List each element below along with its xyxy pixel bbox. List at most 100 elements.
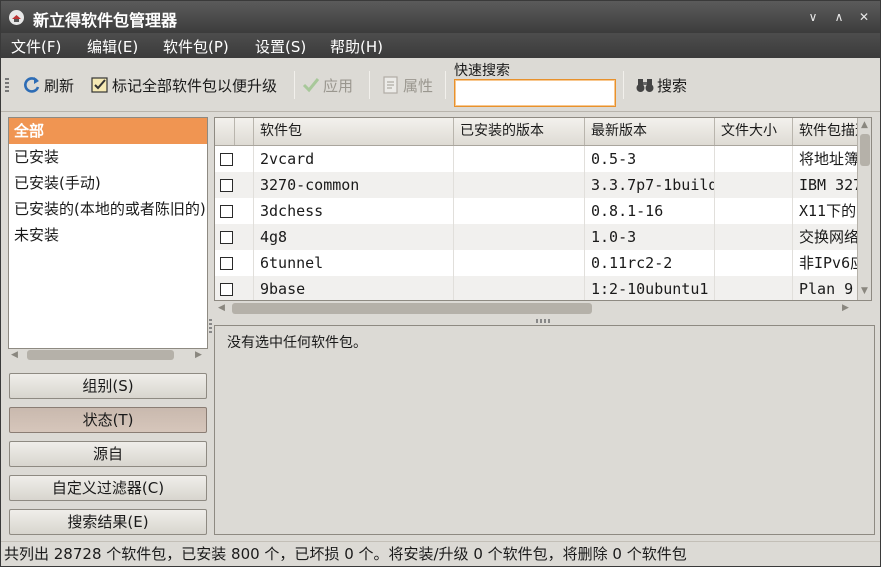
scrollbar-thumb[interactable] <box>27 350 174 360</box>
header-latest-version[interactable]: 最新版本 <box>585 118 715 145</box>
refresh-icon <box>24 77 40 93</box>
scroll-down-icon[interactable]: ▼ <box>861 286 868 296</box>
filter-item-all[interactable]: 全部 <box>9 118 207 144</box>
support-cell <box>235 198 254 224</box>
package-checkbox[interactable] <box>220 205 233 218</box>
quick-search-input[interactable] <box>454 79 616 107</box>
table-row[interactable]: 6tunnel 0.11rc2-2 非IPv6应用程序的隧道 <box>215 250 857 276</box>
cell-latest: 3.3.7p7-1build <box>585 172 715 198</box>
cell-latest: 0.5-3 <box>585 146 715 172</box>
package-table-hscrollbar[interactable]: ◀ ▶ <box>214 301 856 316</box>
package-checkbox[interactable] <box>220 283 233 296</box>
cell-name: 6tunnel <box>254 250 454 276</box>
minimize-button[interactable]: ∨ <box>803 8 823 26</box>
cell-size <box>715 250 793 276</box>
header-status[interactable] <box>215 118 235 145</box>
custom-filters-button[interactable]: 自定义过滤器(C) <box>9 475 207 501</box>
mark-upgrades-label: 标记全部软件包以便升级 <box>112 76 278 95</box>
menu-package[interactable]: 软件包(P) <box>163 36 229 57</box>
cell-description: X11下的三维国际象棋 <box>799 202 857 220</box>
quick-search-label: 快速搜索 <box>454 63 510 79</box>
table-header: 软件包 已安装的版本 最新版本 文件大小 软件包描述 <box>215 118 857 146</box>
menu-help[interactable]: 帮助(H) <box>330 36 383 57</box>
table-row[interactable]: 9base 1:2-10ubuntu1 Plan 9 userland tools <box>215 276 857 300</box>
menu-edit[interactable]: 编辑(E) <box>87 36 138 57</box>
scrollbar-thumb[interactable] <box>232 303 592 314</box>
sections-button[interactable]: 组别(S) <box>9 373 207 399</box>
filter-item-installed-local[interactable]: 已安装的(本地的或者陈旧的) <box>9 196 207 222</box>
cell-size <box>715 172 793 198</box>
table-row[interactable]: 4g8 1.0-3 交换网络的数据包捕获 <box>215 224 857 250</box>
filter-item-installed[interactable]: 已安装 <box>9 144 207 170</box>
header-package[interactable]: 软件包 <box>254 118 454 145</box>
search-label: 搜索 <box>657 76 688 95</box>
mark-upgrade-icon <box>91 77 108 93</box>
filter-item-installed-manual[interactable]: 已安装(手动) <box>9 170 207 196</box>
support-cell <box>235 146 254 172</box>
table-row[interactable]: 2vcard 0.5-3 将地址簿转换为vcard <box>215 146 857 172</box>
pane-divider[interactable] <box>209 319 212 335</box>
header-size[interactable]: 文件大小 <box>715 118 793 145</box>
title-bar[interactable]: 新立得软件包管理器 ∨ ∧ ✕ <box>1 1 880 33</box>
apply-button[interactable]: 应用 <box>301 74 353 96</box>
package-details-pane: 没有选中任何软件包。 <box>214 325 875 535</box>
menu-file[interactable]: 文件(F) <box>11 36 61 57</box>
scrollbar-thumb[interactable] <box>860 134 870 166</box>
filter-item-not-installed[interactable]: 未安装 <box>9 222 207 248</box>
table-row[interactable]: 3dchess 0.8.1-16 X11下的三维国际象棋 <box>215 198 857 224</box>
scroll-up-icon[interactable]: ▲ <box>861 120 868 130</box>
mark-upgrades-button[interactable]: 标记全部软件包以便升级 <box>90 74 277 96</box>
cell-description: 将地址簿转换为vcard <box>799 150 857 168</box>
scroll-right-icon[interactable]: ▶ <box>195 350 202 360</box>
cell-description: Plan 9 userland tools <box>799 280 857 298</box>
header-installed-version[interactable]: 已安装的版本 <box>454 118 585 145</box>
table-row[interactable]: 3270-common 3.3.7p7-1build IBM 3270 终端模拟 <box>215 172 857 198</box>
search-button[interactable]: 搜索 <box>635 74 687 96</box>
pane-splitter[interactable] <box>536 319 552 323</box>
menu-settings[interactable]: 设置(S) <box>255 36 306 57</box>
cell-description: 非IPv6应用程序的隧道 <box>799 254 857 272</box>
cell-installed <box>454 146 585 172</box>
package-checkbox[interactable] <box>220 231 233 244</box>
cell-size <box>715 224 793 250</box>
checkmark-icon <box>302 78 320 93</box>
close-button[interactable]: ✕ <box>854 8 874 26</box>
cell-description: 交换网络的数据包捕获 <box>799 228 857 246</box>
search-results-button[interactable]: 搜索结果(E) <box>9 509 207 535</box>
cell-installed <box>454 224 585 250</box>
package-checkbox[interactable] <box>220 179 233 192</box>
cell-installed <box>454 198 585 224</box>
window-title: 新立得软件包管理器 <box>33 11 178 30</box>
cell-installed <box>454 250 585 276</box>
properties-icon <box>383 76 398 94</box>
toolbar-grip[interactable] <box>5 78 9 94</box>
support-cell <box>235 276 254 300</box>
menu-bar: 文件(F) 编辑(E) 软件包(P) 设置(S) 帮助(H) <box>1 33 880 58</box>
header-description[interactable]: 软件包描述 <box>793 118 857 145</box>
filter-list-scrollbar[interactable]: ◀ ▶ <box>8 349 208 362</box>
binoculars-icon <box>636 79 654 92</box>
scroll-left-icon[interactable]: ◀ <box>218 303 225 313</box>
package-table-vscrollbar[interactable]: ▲ ▼ <box>857 118 871 300</box>
reload-label: 刷新 <box>44 76 75 95</box>
cell-size <box>715 276 793 300</box>
cell-name: 4g8 <box>254 224 454 250</box>
toolbar: 刷新 标记全部软件包以便升级 应用 属性 快速搜索 搜索 <box>1 58 880 112</box>
reload-button[interactable]: 刷新 <box>22 74 74 96</box>
scroll-right-icon[interactable]: ▶ <box>842 303 849 313</box>
cell-latest: 1:2-10ubuntu1 <box>585 276 715 300</box>
cell-name: 9base <box>254 276 454 300</box>
cell-size <box>715 146 793 172</box>
cell-installed <box>454 276 585 300</box>
package-checkbox[interactable] <box>220 153 233 166</box>
app-window: 新立得软件包管理器 ∨ ∧ ✕ 文件(F) 编辑(E) 软件包(P) 设置(S)… <box>0 0 881 567</box>
status-button[interactable]: 状态(T) <box>9 407 207 433</box>
maximize-button[interactable]: ∧ <box>829 8 849 26</box>
origin-button[interactable]: 源自 <box>9 441 207 467</box>
toolbar-separator <box>369 71 370 99</box>
header-support[interactable] <box>235 118 254 145</box>
scroll-left-icon[interactable]: ◀ <box>11 350 18 360</box>
package-checkbox[interactable] <box>220 257 233 270</box>
properties-button[interactable]: 属性 <box>381 74 433 96</box>
toolbar-separator <box>623 71 624 99</box>
